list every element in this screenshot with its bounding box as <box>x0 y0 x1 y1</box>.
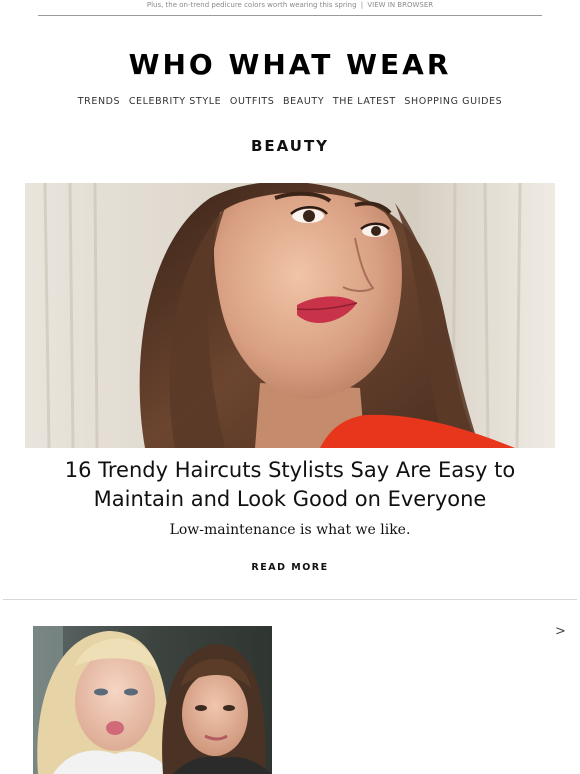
preheader-separator: | <box>360 1 364 9</box>
nav-item-the-latest[interactable]: THE LATEST <box>333 96 396 107</box>
top-rule <box>38 15 542 16</box>
brand-logo[interactable]: WHO WHAT WEAR <box>0 48 580 82</box>
preheader: Plus, the on-trend pedicure colors worth… <box>0 0 580 12</box>
next-arrow-icon[interactable]: > <box>555 624 566 640</box>
article-headline[interactable]: 16 Trendy Haircuts Stylists Say Are Easy… <box>40 456 540 514</box>
view-in-browser-link[interactable]: VIEW IN BROWSER <box>367 1 433 9</box>
nav-item-outfits[interactable]: OUTFITS <box>230 96 275 107</box>
hero-image[interactable] <box>25 183 555 448</box>
nav-item-trends[interactable]: TRENDS <box>78 96 120 107</box>
main-nav: TRENDS CELEBRITY STYLE OUTFITS BEAUTY TH… <box>0 96 580 108</box>
nav-item-celebrity-style[interactable]: CELEBRITY STYLE <box>129 96 221 107</box>
section-divider <box>3 599 577 600</box>
nav-item-shopping-guides[interactable]: SHOPPING GUIDES <box>404 96 502 107</box>
preheader-text: Plus, the on-trend pedicure colors worth… <box>146 1 357 9</box>
article-dek: Low-maintenance is what we like. <box>169 522 411 538</box>
next-article-image[interactable] <box>33 626 272 774</box>
nav-item-beauty[interactable]: BEAUTY <box>283 96 324 107</box>
read-more-link[interactable]: READ MORE <box>0 562 580 574</box>
section-title: BEAUTY <box>250 137 330 155</box>
